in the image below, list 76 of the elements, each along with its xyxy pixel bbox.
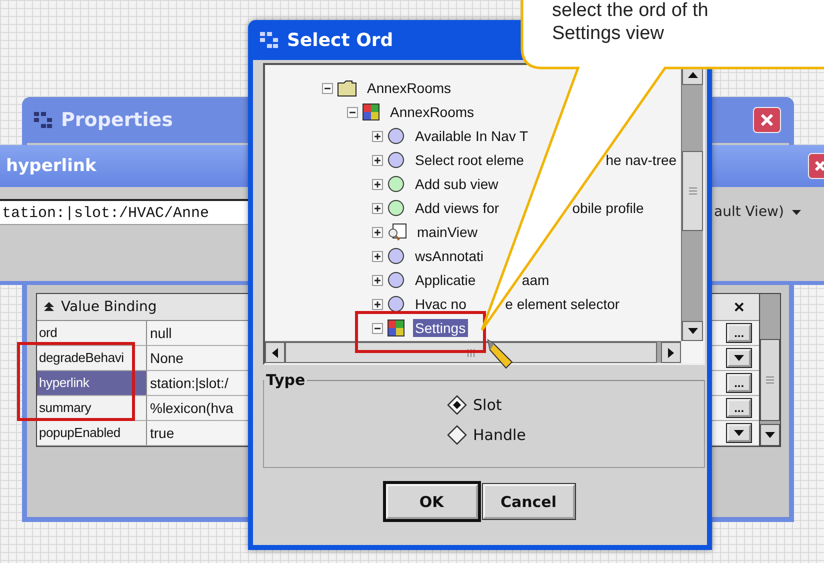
browse-button[interactable]: ... (727, 324, 752, 342)
up-arrow-icon (688, 72, 698, 78)
expand-icon[interactable] (372, 250, 383, 262)
collapse-icon[interactable] (322, 82, 333, 94)
scroll-down-button[interactable] (682, 321, 703, 341)
group-title: Value Binding (61, 299, 157, 315)
close-icon (759, 112, 775, 128)
property-name[interactable]: popupEnabled (37, 421, 147, 445)
tree-item[interactable]: Add sub view (413, 175, 500, 193)
down-arrow-icon (765, 432, 776, 438)
scrollbar-thumb[interactable] (760, 339, 780, 421)
view-dropdown[interactable]: ault View) (714, 204, 784, 220)
folder-icon (337, 80, 357, 96)
window-title: hyperlink (6, 156, 96, 176)
tree-item[interactable]: AnnexRooms (388, 103, 476, 121)
right-arrow-icon (668, 348, 674, 358)
browse-button[interactable]: ... (727, 399, 752, 417)
tree-item-text: e element selector (505, 295, 620, 313)
radio-button[interactable] (447, 425, 467, 445)
browse-button[interactable]: ... (727, 374, 752, 392)
down-arrow-icon (688, 328, 698, 334)
grip-icon (688, 186, 696, 196)
group-title: Type (265, 371, 306, 389)
radio-label[interactable]: Slot (473, 396, 502, 414)
tree-item[interactable]: Available In Nav T (413, 127, 530, 145)
tree-item-text: obile profile (572, 199, 644, 217)
puzzle-icon (387, 319, 405, 337)
close-button[interactable] (753, 107, 781, 133)
grip-icon (766, 375, 774, 385)
dialog-title: Select Ord (287, 30, 394, 50)
callout-text: select the ord of th Settings view (552, 0, 708, 45)
scrollbar-thumb[interactable] (682, 151, 703, 231)
expand-icon[interactable] (372, 202, 383, 214)
property-name[interactable]: hyperlink (37, 371, 147, 395)
tree-item[interactable]: Applicatie (413, 271, 478, 289)
left-arrow-icon (272, 348, 278, 358)
grip-icon (466, 348, 476, 356)
scroll-right-button[interactable] (661, 342, 681, 363)
radio-label[interactable]: Handle (473, 426, 526, 444)
tree-item[interactable]: AnnexRooms (365, 79, 454, 97)
grid-icon (259, 31, 279, 49)
cancel-button[interactable]: Cancel (482, 484, 574, 519)
magnifier-page-icon (387, 223, 407, 241)
grid-icon (33, 111, 53, 129)
property-name[interactable]: degradeBehavi (37, 346, 147, 370)
expand-icon[interactable] (372, 178, 383, 190)
caret-icon (734, 355, 744, 361)
property-name[interactable]: summary (37, 396, 147, 420)
scroll-left-button[interactable] (265, 342, 285, 363)
caret-icon[interactable] (792, 210, 801, 214)
dropdown-button[interactable] (727, 424, 752, 442)
collapse-icon[interactable] (372, 322, 383, 334)
expand-icon[interactable] (372, 130, 383, 142)
close-icon (813, 159, 824, 173)
collapse-icon[interactable] (43, 301, 55, 313)
remove-column-header[interactable]: × (719, 296, 760, 318)
tree-item[interactable]: mainView (415, 223, 480, 241)
expand-icon[interactable] (372, 154, 383, 166)
tree-item[interactable]: Add views for (413, 199, 502, 217)
tree-item[interactable]: Select root eleme (413, 151, 526, 169)
vertical-scrollbar[interactable] (760, 293, 781, 447)
collapse-icon[interactable] (347, 106, 358, 118)
radio-button[interactable] (447, 395, 467, 415)
tree-item-text: he nav-tree (606, 151, 677, 169)
puzzle-icon (362, 103, 380, 121)
expand-icon[interactable] (372, 298, 383, 310)
tree-item-text: aam (522, 271, 550, 289)
window-title: Properties (61, 109, 173, 131)
scroll-down-button[interactable] (760, 424, 780, 446)
tree-item[interactable]: Settings (413, 319, 468, 337)
dropdown-button[interactable] (727, 349, 752, 367)
tree-item[interactable]: Hvac no (413, 295, 468, 313)
expand-icon[interactable] (372, 274, 383, 286)
tree-item[interactable]: wsAnnotati (413, 247, 486, 265)
caret-icon (734, 430, 744, 436)
expand-icon[interactable] (372, 226, 383, 238)
